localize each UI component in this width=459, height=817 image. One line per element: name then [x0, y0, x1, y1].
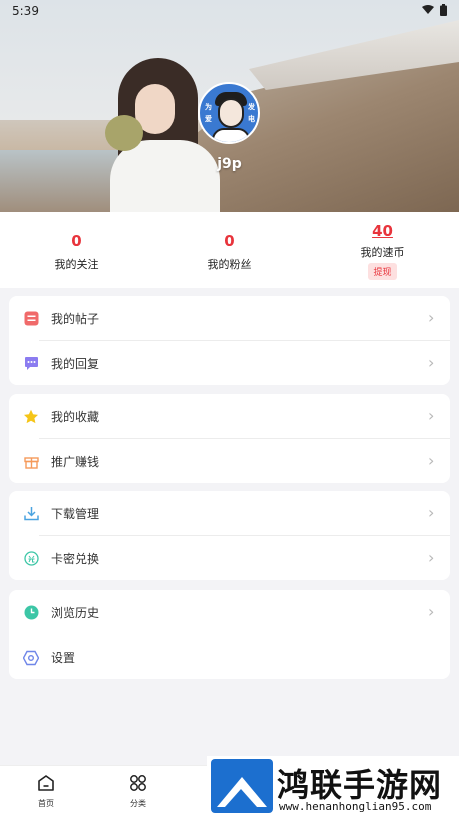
- avatar-tag: 爱: [205, 115, 212, 123]
- stat-value: 0: [71, 232, 82, 250]
- stat-following[interactable]: 0 我的关注: [0, 212, 153, 288]
- menu-card: 我的收藏 › 推广赚钱 ›: [9, 394, 450, 483]
- post-icon: [23, 311, 39, 327]
- watermark-logo: [211, 759, 273, 813]
- menu-item-label: 我的收藏: [51, 410, 100, 424]
- wifi-icon: [422, 4, 434, 18]
- chevron-right-icon: ›: [428, 503, 435, 522]
- menu-item-my-replies[interactable]: 我的回复 ›: [9, 341, 450, 386]
- chevron-right-icon: ›: [428, 406, 435, 425]
- watermark-url: www.henanhonglian95.com: [279, 800, 432, 813]
- chevron-right-icon: ›: [428, 451, 435, 470]
- stat-value: 40: [372, 222, 393, 240]
- stat-label: 我的粉丝: [207, 258, 252, 271]
- menu-item-redeem-code[interactable]: 卡密兑换 ›: [9, 536, 450, 581]
- menu-item-label: 卡密兑换: [51, 552, 100, 566]
- stat-label: 我的关注: [54, 258, 99, 271]
- chevron-right-icon: ›: [428, 353, 435, 372]
- chevron-right-icon: ›: [428, 548, 435, 567]
- menu-card: 浏览历史 › 设置: [9, 590, 450, 679]
- history-icon: [23, 605, 39, 621]
- chevron-right-icon: ›: [428, 602, 435, 621]
- stat-followers[interactable]: 0 我的粉丝: [153, 212, 306, 288]
- status-time: 5:39: [12, 4, 39, 18]
- menu-item-label: 浏览历史: [51, 606, 100, 620]
- menu-item-label: 推广赚钱: [51, 455, 100, 469]
- username[interactable]: j9p: [0, 156, 459, 172]
- menu-item-settings[interactable]: 设置: [9, 635, 450, 680]
- stat-value: 0: [224, 232, 235, 250]
- menu-item-downloads[interactable]: 下载管理 ›: [9, 491, 450, 536]
- menu-item-label: 设置: [51, 651, 76, 665]
- reply-icon: [23, 356, 39, 372]
- avatar-tag: 发: [248, 103, 255, 111]
- menu-item-my-posts[interactable]: 我的帖子 ›: [9, 296, 450, 341]
- home-icon: [37, 775, 55, 796]
- avatar[interactable]: 为 爱 发 电: [198, 82, 260, 144]
- stat-coins[interactable]: 40 我的速币 提现: [306, 212, 459, 288]
- menu-item-history[interactable]: 浏览历史 ›: [9, 590, 450, 635]
- redeem-icon: [23, 551, 39, 567]
- status-bar: 5:39: [0, 0, 459, 22]
- avatar-tag: 电: [248, 115, 255, 123]
- tab-home[interactable]: 首页: [21, 774, 71, 809]
- tab-label: 首页: [38, 799, 54, 808]
- gift-icon: [23, 454, 39, 470]
- menu-item-promote-earn[interactable]: 推广赚钱 ›: [9, 439, 450, 484]
- menu-card: 下载管理 › 卡密兑换 ›: [9, 491, 450, 580]
- chevron-right-icon: ›: [428, 308, 435, 327]
- tab-label: 分类: [130, 799, 146, 808]
- menu-card: 我的帖子 › 我的回复 ›: [9, 296, 450, 385]
- avatar-tag: 为: [205, 103, 212, 111]
- star-icon: [23, 409, 39, 425]
- grid-icon: [129, 775, 147, 796]
- withdraw-button[interactable]: 提现: [368, 263, 397, 280]
- download-icon: [23, 506, 39, 522]
- settings-icon: [23, 650, 39, 666]
- stat-label: 我的速币: [360, 246, 405, 259]
- menu-item-favorites[interactable]: 我的收藏 ›: [9, 394, 450, 439]
- tab-category[interactable]: 分类: [113, 774, 163, 809]
- battery-icon: [440, 3, 447, 19]
- watermark-overlay: 鸿联手游网 www.henanhonglian95.com: [207, 756, 459, 817]
- menu-item-label: 我的帖子: [51, 312, 100, 326]
- stats-bar: 0 我的关注 0 我的粉丝 40 我的速币 提现: [0, 212, 459, 288]
- menu-item-label: 我的回复: [51, 357, 100, 371]
- menu-item-label: 下载管理: [51, 507, 100, 521]
